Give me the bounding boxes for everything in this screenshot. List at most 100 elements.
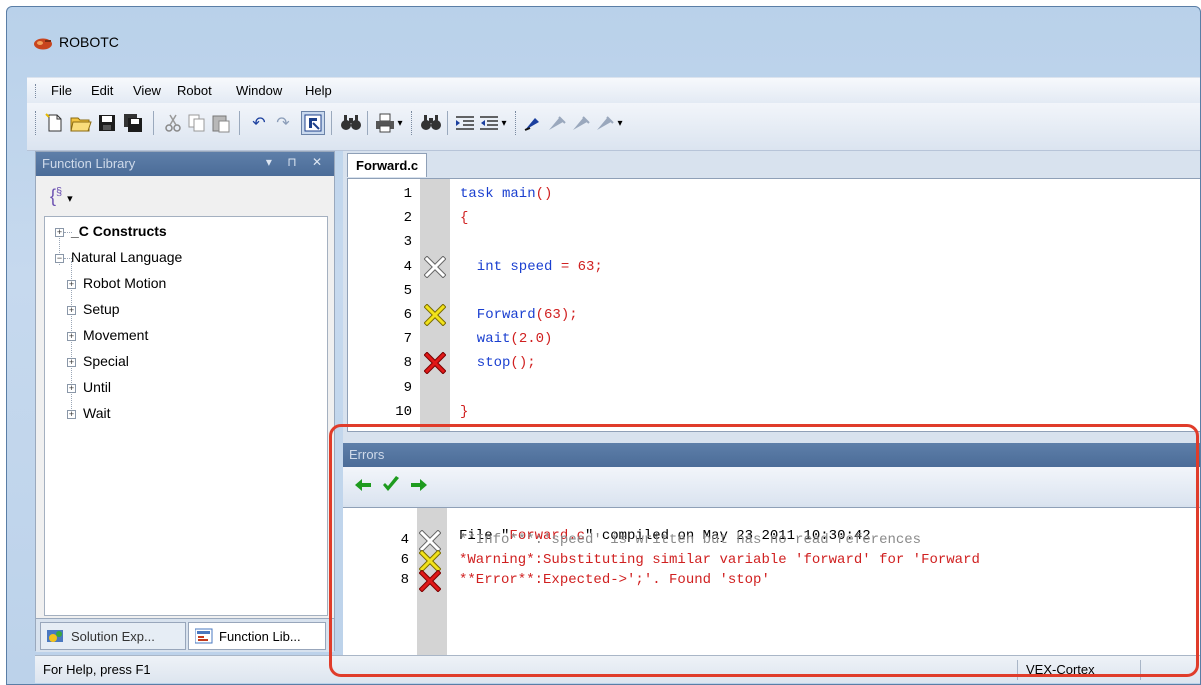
panel-tab-strip: Solution Exp... Function Lib... [36,618,334,652]
bookmark-icon[interactable] [545,111,569,135]
code-line[interactable]: 6 Forward(63); [348,303,1200,328]
next-bookmark-icon[interactable] [569,111,593,135]
save-all-icon[interactable] [121,111,145,135]
save-icon[interactable] [95,111,119,135]
error-message-row[interactable]: 8 **Error**:Expected->';'. Found 'stop' [343,569,1200,593]
code-text: stop(); [460,355,536,372]
code-text: task main() [460,186,553,202]
function-library-icon [195,628,213,644]
chevron-down-icon[interactable]: ▾ [615,111,625,135]
menu-bar: File Edit View Robot Window Help [27,77,1200,103]
expand-icon[interactable]: + [55,228,64,237]
redo-icon[interactable]: ↷ [271,111,295,135]
message-line-number: 8 [400,572,409,588]
errors-panel: Errors File "Forward.c" compiled on May … [343,437,1200,681]
code-line[interactable]: 7 wait(2.0) [348,328,1200,352]
new-file-icon[interactable] [43,111,67,135]
find-icon[interactable] [339,111,363,135]
info-message-row[interactable]: 4 **Info***:'speed' is written but has no… [343,529,1200,553]
breakpoint-icon[interactable] [521,111,545,135]
line-number: 6 [403,307,412,323]
paste-icon[interactable] [209,111,233,135]
line-number: 1 [403,186,412,202]
message-text: *Warning*:Substituting similar variable … [459,552,980,568]
tab-forward-c[interactable]: Forward.c [347,153,428,177]
code-line[interactable]: 9 [348,377,1200,401]
previous-arrow-icon[interactable] [353,475,375,497]
line-number: 4 [403,258,412,275]
warning-marker-icon[interactable] [423,303,447,327]
expand-icon[interactable]: + [67,410,76,419]
toolbar: ↶ ↷ ▾ ▾ ▾ [27,103,1200,151]
code-line[interactable]: 4 int speed = 63; [348,255,1200,280]
find-in-files-icon[interactable] [419,111,443,135]
function-library-panel: Function Library ▾ ⊓ ✕ {§ ▾ + _C Constru… [35,151,335,652]
expand-icon[interactable]: + [67,332,76,341]
errors-list[interactable]: File "Forward.c" compiled on May 23 2011… [343,507,1200,657]
warning-message-row[interactable]: 6 *Warning*:Substituting similar variable… [343,549,1200,573]
menu-grip[interactable] [35,84,38,98]
compile-summary-line: File "Forward.c" compiled on May 23 2011… [459,528,871,544]
code-line[interactable]: 10} [348,401,1200,425]
panel-controls[interactable]: ▾ ⊓ ✕ [266,155,328,169]
code-line[interactable]: 2{ [348,207,1200,231]
code-editor[interactable]: 1 task main() 2{3 4 int speed = 63; 5 6 Forwa… [347,178,1200,432]
next-arrow-icon[interactable] [409,475,431,497]
toolbar-grip[interactable] [515,111,518,135]
menu-robot[interactable]: Robot [177,83,212,98]
expand-icon[interactable]: + [67,384,76,393]
cut-icon[interactable] [161,111,185,135]
toolbar-grip[interactable] [35,111,38,135]
menu-help[interactable]: Help [305,83,332,98]
toolbar-separator [153,111,154,135]
check-icon[interactable] [381,475,403,497]
tab-solution-explorer[interactable]: Solution Exp... [40,622,186,650]
solution-explorer-icon [47,630,63,642]
copy-icon[interactable] [185,111,209,135]
menu-window[interactable]: Window [236,83,282,98]
open-folder-icon[interactable] [69,111,93,135]
indent-icon[interactable] [453,111,477,135]
message-line-number: 6 [400,552,409,568]
expand-icon[interactable]: + [67,306,76,315]
message-line-number: 4 [400,532,409,548]
expand-icon[interactable]: + [67,358,76,367]
status-target-platform: VEX-Cortex [1017,660,1095,680]
line-number: 2 [403,210,412,227]
toolbar-separator [447,111,448,135]
message-text: **Error**:Expected->';'. Found 'stop' [459,572,770,588]
chevron-down-icon[interactable]: ▾ [395,111,405,135]
code-text: int speed = 63; [460,258,603,275]
undo-icon[interactable]: ↶ [247,111,271,135]
error-marker-icon[interactable] [423,351,447,375]
status-bar: For Help, press F1 VEX-Cortex [35,655,1200,683]
library-options-button[interactable]: {§ ▾ [50,186,73,207]
errors-title: Errors [349,447,385,462]
code-line[interactable]: 3 [348,231,1200,255]
expand-icon[interactable]: + [67,280,76,289]
clear-bookmarks-icon[interactable] [593,111,617,135]
tab-function-library[interactable]: Function Lib... [188,622,326,650]
collapse-icon[interactable]: − [55,254,64,263]
code-braces-icon: {§ [50,186,63,206]
code-line[interactable]: 5 [348,280,1200,304]
menu-edit[interactable]: Edit [91,83,113,98]
error-marker-icon [418,569,442,593]
code-line[interactable]: 8 stop(); [348,351,1200,376]
chevron-down-icon[interactable]: ▾ [499,111,509,135]
info-marker-icon[interactable] [423,255,447,279]
menu-view[interactable]: View [133,83,161,98]
toolbar-separator [331,111,332,135]
robotc-window: ROBOTC File Edit View Robot Window Help [6,6,1201,685]
code-text: } [460,403,469,420]
line-number: 9 [403,379,412,396]
print-icon[interactable] [373,111,397,135]
toolbar-grip[interactable] [411,111,414,135]
status-separator [1140,660,1141,680]
function-library-header: Function Library ▾ ⊓ ✕ [36,152,334,176]
robotc-logo-icon [34,38,52,50]
code-line[interactable]: 1 task main() [348,183,1200,207]
menu-file[interactable]: File [51,83,72,98]
outdent-icon[interactable] [477,111,501,135]
compile-icon[interactable] [301,111,325,135]
